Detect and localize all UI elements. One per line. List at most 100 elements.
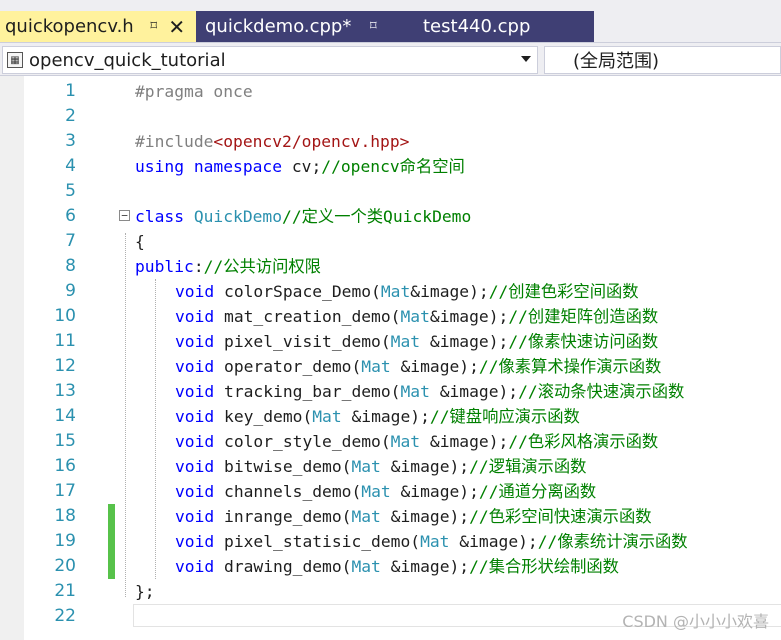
plain-token: &image); — [390, 357, 479, 376]
code-line[interactable]: 21}; — [0, 579, 781, 604]
pp-token: #include — [135, 132, 214, 151]
project-scope-dropdown[interactable]: ▦ opencv_quick_tutorial — [2, 46, 538, 74]
kw-token: void — [175, 457, 215, 476]
line-number: 2 — [65, 106, 76, 126]
kw-token: class — [135, 207, 185, 226]
chevron-down-icon[interactable] — [521, 56, 531, 62]
code-text: void pixel_statisic_demo(Mat &image);//像… — [175, 529, 688, 554]
cm-token: //通道分离函数 — [478, 482, 597, 501]
code-text: void drawing_demo(Mat &image);//集合形状绘制函数 — [175, 554, 619, 579]
tab-label: quickopencv.h — [5, 16, 134, 37]
plain-token: &image); — [341, 407, 430, 426]
code-text: void colorSpace_Demo(Mat&image);//创建色彩空间… — [175, 279, 639, 304]
code-editor[interactable]: 1 #pragma once 2 3 #include<opencv2/opencv.h… — [0, 76, 781, 640]
code-line[interactable]: 5 — [0, 179, 781, 204]
line-number: 10 — [54, 306, 76, 326]
plain-token: colorSpace_Demo( — [214, 282, 381, 301]
kw-token: void — [175, 307, 215, 326]
code-line[interactable]: 14 void key_demo(Mat &image);//键盘响应演示函数 — [0, 404, 781, 429]
code-line[interactable]: 6 − class QuickDemo//定义一个类QuickDemo — [0, 204, 781, 229]
code-line[interactable]: 17 void channels_demo(Mat &image);//通道分离函… — [0, 479, 781, 504]
line-number: 19 — [54, 531, 76, 551]
code-line[interactable]: 18 void inrange_demo(Mat &image);//色彩空间快速… — [0, 504, 781, 529]
kw-token: void — [175, 532, 215, 551]
code-line[interactable]: 7{ — [0, 229, 781, 254]
member-scope-dropdown[interactable]: (全局范围) — [544, 46, 781, 74]
ty-token: Mat — [351, 557, 381, 576]
code-line[interactable]: 19 void pixel_statisic_demo(Mat &image);/… — [0, 529, 781, 554]
collapse-icon[interactable]: − — [119, 210, 130, 221]
code-text: using namespace cv;//opencv命名空间 — [135, 154, 465, 179]
code-line[interactable]: 12 void operator_demo(Mat &image);//像素算术操… — [0, 354, 781, 379]
kw-token: using namespace — [135, 157, 283, 176]
code-line[interactable]: 15 void color_style_demo(Mat &image);//色彩… — [0, 429, 781, 454]
code-line[interactable]: 10 void mat_creation_demo(Mat&image);//创建… — [0, 304, 781, 329]
code-line[interactable]: 11 void pixel_visit_demo(Mat &image);//像素… — [0, 329, 781, 354]
cm-token: //公共访问权限 — [203, 257, 321, 276]
project-scope-label: opencv_quick_tutorial — [29, 49, 226, 71]
plain-token: &image); — [420, 432, 509, 451]
tab-quickdemo-cpp[interactable]: quickdemo.cpp* ⌑ — [196, 11, 382, 42]
line-number: 15 — [54, 431, 76, 451]
plain-token: pixel_statisic_demo( — [214, 532, 421, 551]
code-text: void mat_creation_demo(Mat&image);//创建矩阵… — [175, 304, 658, 329]
plain-token: color_style_demo( — [214, 432, 391, 451]
plain-token: &image); — [390, 482, 479, 501]
line-number: 20 — [54, 556, 76, 576]
code-line[interactable]: 1 #pragma once — [0, 79, 781, 104]
plain-token: pixel_visit_demo( — [214, 332, 391, 351]
code-line[interactable]: 16 void bitwise_demo(Mat &image);//逻辑演示函数 — [0, 454, 781, 479]
cm-token: //滚动条快速演示函数 — [518, 382, 685, 401]
kw-token: void — [175, 357, 215, 376]
plain-token: bitwise_demo( — [214, 457, 352, 476]
cm-token: //opencv命名空间 — [321, 157, 465, 176]
code-line[interactable]: 20 void drawing_demo(Mat &image);//集合形状绘制… — [0, 554, 781, 579]
plain-token: { — [135, 232, 145, 251]
line-number: 21 — [54, 581, 76, 601]
pp-token: #pragma once — [135, 82, 253, 101]
line-number: 18 — [54, 506, 76, 526]
kw-token: void — [175, 557, 215, 576]
plain-token: operator_demo( — [214, 357, 362, 376]
code-line[interactable]: 2 — [0, 104, 781, 129]
cm-token: //像素快速访问函数 — [508, 332, 659, 351]
code-line[interactable]: 4 using namespace cv;//opencv命名空间 — [0, 154, 781, 179]
kw-token: void — [175, 432, 215, 451]
code-text: void bitwise_demo(Mat &image);//逻辑演示函数 — [175, 454, 586, 479]
plain-token: &image); — [380, 507, 470, 526]
code-text: void key_demo(Mat &image);//键盘响应演示函数 — [175, 404, 580, 429]
cm-token: //创建矩阵创造函数 — [508, 307, 659, 326]
line-number: 12 — [54, 356, 76, 376]
code-text: void pixel_visit_demo(Mat &image);//像素快速… — [175, 329, 658, 354]
plain-token: &image); — [449, 532, 538, 551]
tab-label: test440.cpp — [423, 16, 531, 37]
kw-token: void — [175, 282, 215, 301]
code-text: void tracking_bar_demo(Mat &image);//滚动条… — [175, 379, 684, 404]
plain-token: cv; — [282, 157, 322, 176]
ty-token: Mat — [351, 457, 381, 476]
line-number: 3 — [65, 131, 76, 151]
plain-token: channels_demo( — [214, 482, 362, 501]
ty-token: Mat — [400, 307, 430, 326]
pin-icon[interactable]: ⌑ — [365, 19, 381, 34]
tab-test440-cpp[interactable]: test440.cpp — [382, 11, 594, 42]
close-icon[interactable]: ✕ — [168, 17, 186, 37]
plain-token: &image); — [420, 332, 509, 351]
code-line[interactable]: 8 public://公共访问权限 — [0, 254, 781, 279]
code-line[interactable]: 13 void tracking_bar_demo(Mat &image);//滚… — [0, 379, 781, 404]
plain-token: drawing_demo( — [214, 557, 352, 576]
plain-token: &image); — [410, 282, 489, 301]
ty-token: Mat — [390, 432, 421, 451]
pin-icon[interactable]: ⌑ — [146, 19, 162, 34]
code-line[interactable]: 3 #include<opencv2/opencv.hpp> — [0, 129, 781, 154]
plain-token: &image); — [429, 307, 509, 326]
plain-token: &image); — [429, 382, 519, 401]
kw-token: void — [175, 382, 215, 401]
code-text: #include<opencv2/opencv.hpp> — [135, 129, 409, 154]
cm-token: //定义一个类QuickDemo — [282, 207, 472, 226]
kw-token: void — [175, 407, 215, 426]
code-text: void color_style_demo(Mat &image);//色彩风格… — [175, 429, 658, 454]
ty-token: Mat — [380, 282, 411, 301]
code-line[interactable]: 9 void colorSpace_Demo(Mat&image);//创建色彩空… — [0, 279, 781, 304]
tab-quickopencv-h[interactable]: quickopencv.h ⌑ ✕ — [0, 11, 196, 42]
